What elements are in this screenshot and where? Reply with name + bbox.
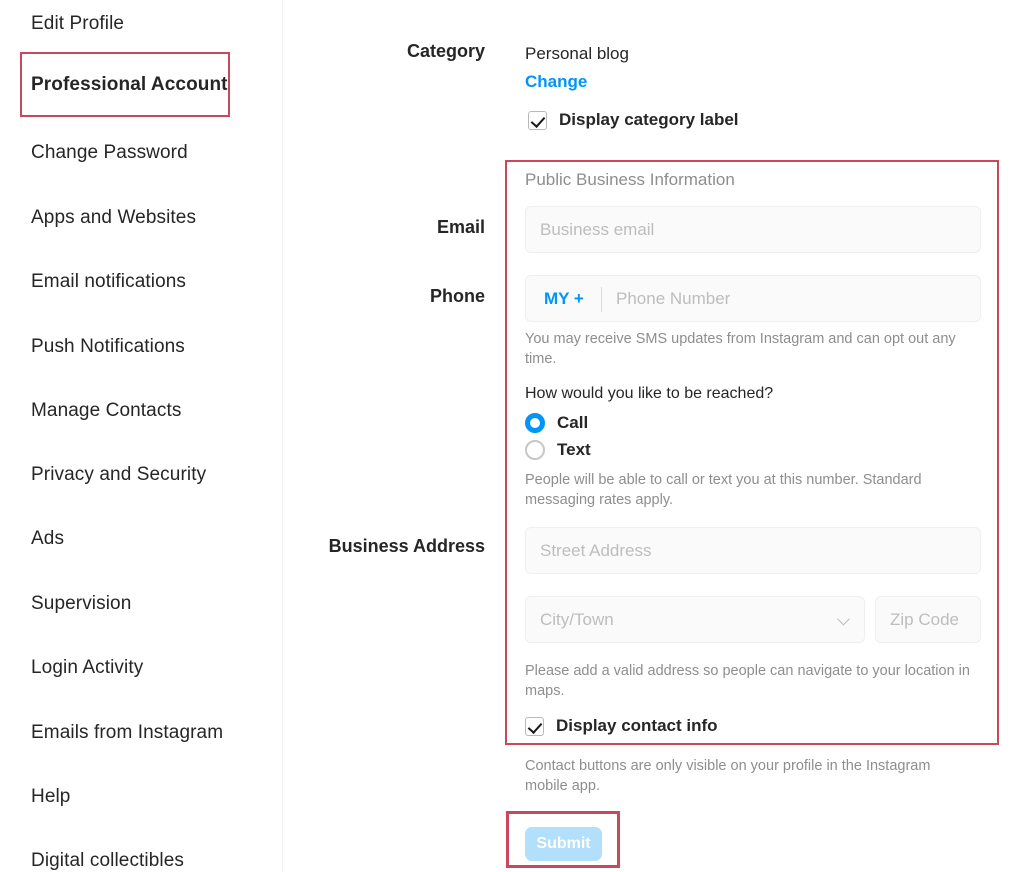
submit-button[interactable]: Submit [525,827,602,861]
chevron-down-icon [837,612,850,625]
city-town-select[interactable]: City/Town [525,596,865,643]
sidebar-item-help[interactable]: Help [31,785,70,809]
sidebar-item-push-notifications[interactable]: Push Notifications [31,335,185,359]
radio-row-text[interactable]: Text [525,440,591,460]
sidebar-item-apps-and-websites[interactable]: Apps and Websites [31,206,196,230]
street-address-placeholder: Street Address [540,540,652,560]
radio-call-label: Call [557,413,589,432]
sms-helper-text: You may receive SMS updates from Instagr… [525,331,956,367]
category-value: Personal blog [525,44,629,63]
sidebar-item-login-activity[interactable]: Login Activity [31,656,143,680]
address-helper-text: Please add a valid address so people can… [525,663,970,699]
street-address-input[interactable]: Street Address [525,527,981,574]
phone-label: Phone [429,286,485,306]
phone-field-divider [601,287,602,312]
business-email-placeholder: Business email [540,219,655,239]
reach-helper-text: People will be able to call or text you … [525,472,922,508]
city-town-placeholder: City/Town [540,609,614,629]
email-label: Email [436,217,485,237]
radio-row-call[interactable]: Call [525,413,588,433]
radio-text-label: Text [557,440,591,459]
sidebar-item-edit-profile[interactable]: Edit Profile [31,12,124,36]
reach-question-label: How would you like to be reached? [525,385,774,402]
settings-page: Edit Profile Professional Account Change… [0,0,1024,872]
radio-text[interactable] [525,440,545,460]
sidebar-item-manage-contacts[interactable]: Manage Contacts [31,399,181,423]
professional-account-form: Category Personal blog Change Display ca… [283,0,1024,872]
business-address-label: Business Address [328,536,485,556]
display-category-label-checkbox-row[interactable]: Display category label [528,110,739,130]
sidebar-item-digital-collectibles[interactable]: Digital collectibles [31,849,184,872]
change-category-link[interactable]: Change [525,72,587,92]
display-contact-info-label: Display contact info [556,716,718,735]
display-category-label-text: Display category label [559,110,739,129]
country-code-selector[interactable]: MY + [544,289,584,309]
phone-number-input[interactable]: MY + Phone Number [525,275,981,322]
display-contact-info-checkbox[interactable] [525,716,544,736]
display-contact-info-checkbox-row[interactable]: Display contact info [525,716,718,736]
zip-code-placeholder: Zip Code [890,609,959,629]
settings-sidebar: Edit Profile Professional Account Change… [0,0,283,872]
sidebar-item-ads[interactable]: Ads [31,527,64,551]
public-business-information-title: Public Business Information [525,170,735,189]
sidebar-item-supervision[interactable]: Supervision [31,592,131,616]
sidebar-item-professional-account[interactable]: Professional Account [31,73,228,97]
sidebar-item-change-password[interactable]: Change Password [31,141,188,165]
radio-call[interactable] [525,413,545,433]
sidebar-item-emails-from-instagram[interactable]: Emails from Instagram [31,721,223,745]
business-email-input[interactable]: Business email [525,206,981,253]
zip-code-input[interactable]: Zip Code [875,596,981,643]
category-label: Category [406,41,485,61]
display-category-label-checkbox[interactable] [528,110,547,130]
sidebar-item-email-notifications[interactable]: Email notifications [31,270,186,294]
contact-buttons-helper-text: Contact buttons are only visible on your… [525,758,931,794]
phone-number-placeholder: Phone Number [616,288,731,308]
sidebar-item-privacy-and-security[interactable]: Privacy and Security [31,463,206,487]
